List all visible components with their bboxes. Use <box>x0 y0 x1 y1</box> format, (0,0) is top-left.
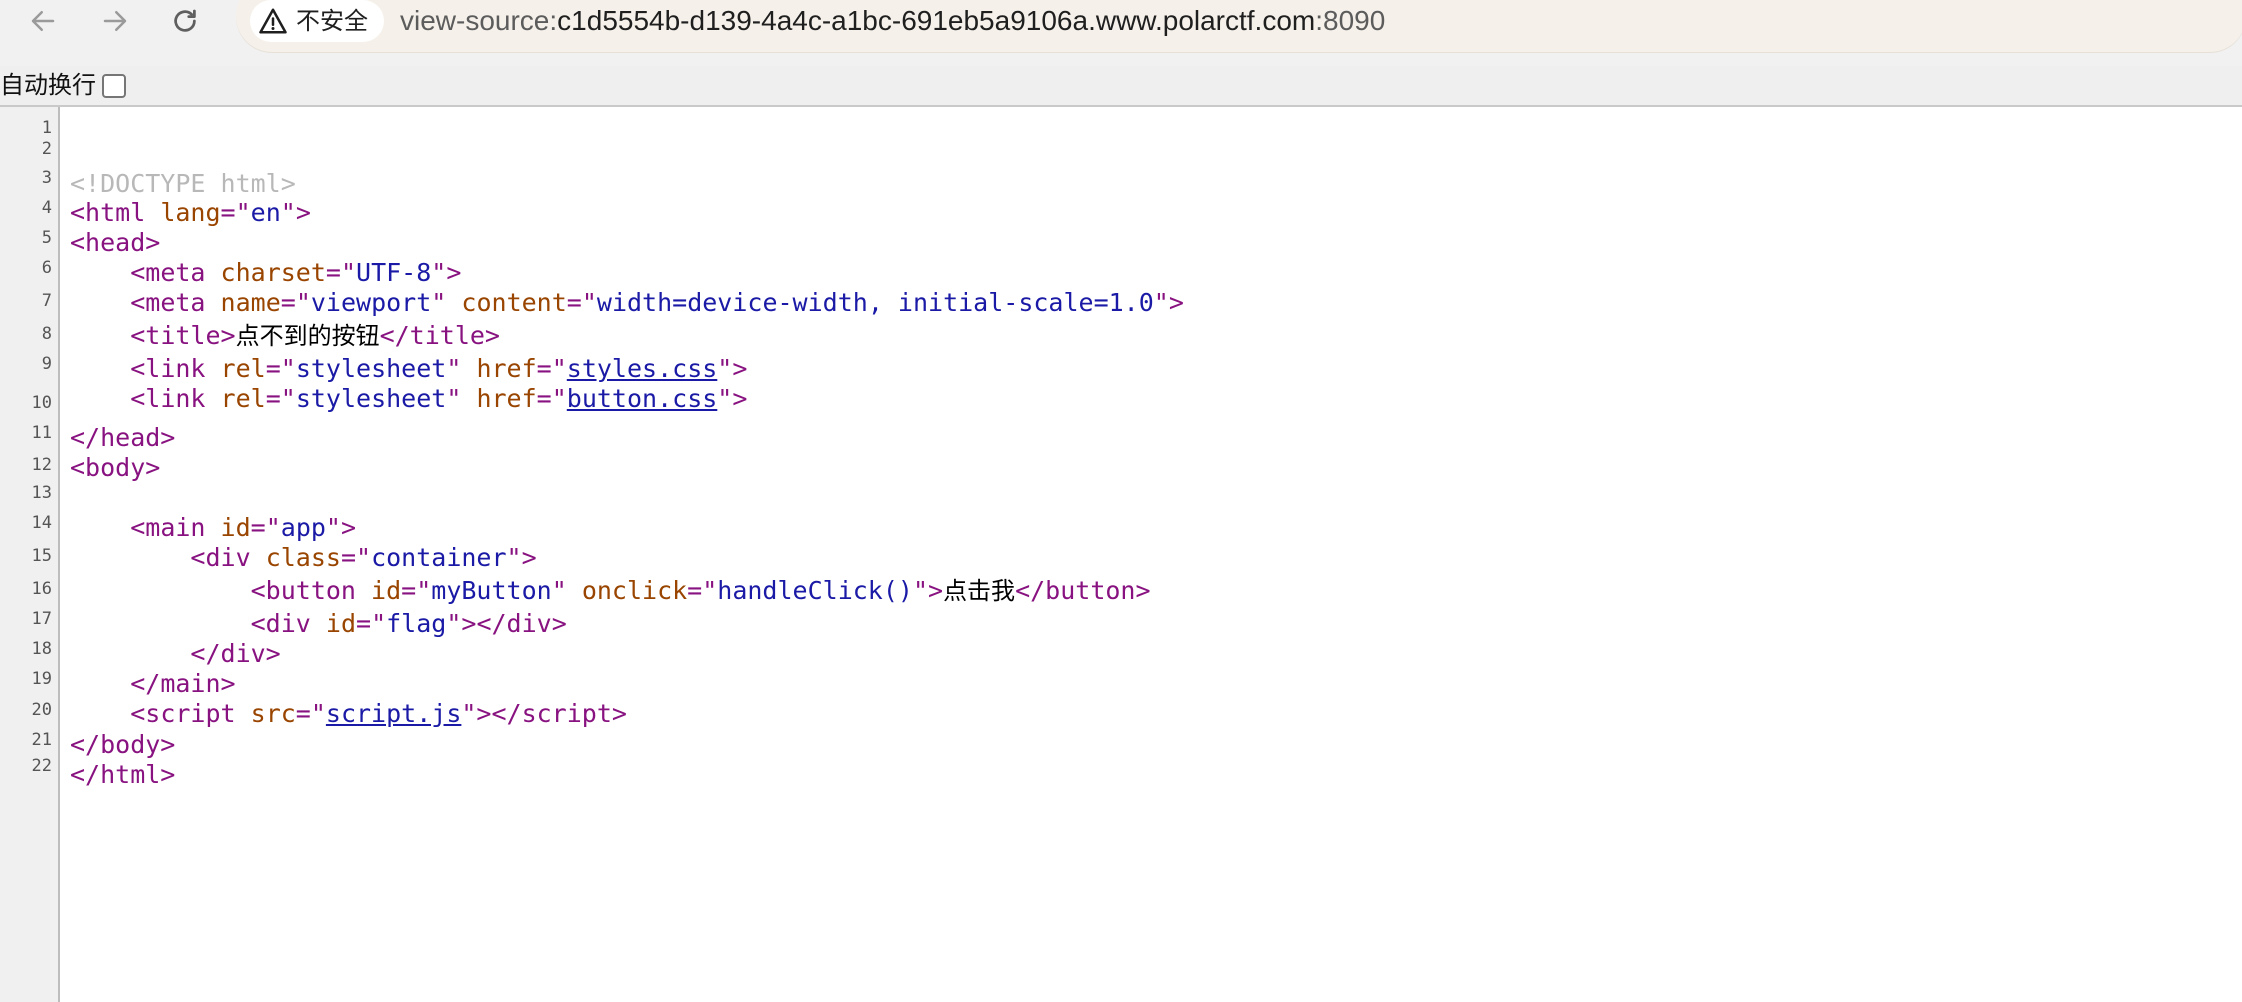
line-number: 18 <box>31 639 52 659</box>
source-line: 22 <box>0 748 2242 778</box>
line-number: 14 <box>31 513 52 533</box>
line-number: 13 <box>31 483 52 503</box>
source-line: 16 <div id="flag"></div> <box>0 571 2242 638</box>
source-line: 20 </body> <box>0 692 2242 759</box>
source-line: 18 </main> <box>0 631 2242 698</box>
line-number: 3 <box>41 168 52 188</box>
source-line: 10 </head> <box>0 385 2242 452</box>
source-line: 19 <script src="script.js"></script> <box>0 661 2242 728</box>
source-line: 8 <link rel="stylesheet" href="styles.cs… <box>0 316 2242 383</box>
line-number: 11 <box>31 423 52 443</box>
line-number: 7 <box>41 291 52 311</box>
line-number: 19 <box>31 669 52 689</box>
source-line: 2 <!DOCTYPE html> <box>0 131 2242 198</box>
source-line: 12 <box>0 447 2242 477</box>
source-line: 5 <meta charset="UTF-8"> <box>0 220 2242 287</box>
source-line: 9 <link rel="stylesheet" href="button.cs… <box>0 346 2242 413</box>
source-line: 14 <div class="container"> <box>0 505 2242 572</box>
line-number: 4 <box>41 198 52 218</box>
source-line: 13 <main id="app"> <box>0 475 2242 542</box>
source-line: 11 <body> <box>0 415 2242 482</box>
line-number: 15 <box>31 546 52 566</box>
line-number: 22 <box>31 756 52 776</box>
source-line: 15 <button id="myButton" onclick="handle… <box>0 538 2242 605</box>
source-line: 3 <html lang="en"> <box>0 160 2242 227</box>
source-line: 17 </div> <box>0 601 2242 668</box>
source-line: 6 <meta name="viewport" content="width=d… <box>0 250 2242 317</box>
line-number: 8 <box>41 324 52 344</box>
source-line: 7 <title>点不到的按钮</title> <box>0 283 2242 350</box>
line-number: 20 <box>31 700 52 720</box>
line-number: 5 <box>41 228 52 248</box>
line-number: 10 <box>31 393 52 413</box>
line-number: 16 <box>31 579 52 599</box>
line-number: 17 <box>31 609 52 629</box>
source-line: 4 <head> <box>0 190 2242 257</box>
line-number: 9 <box>41 354 52 374</box>
source-view: 1 2 <!DOCTYPE html> 3 <html lang="en"> 4… <box>0 0 2242 1002</box>
line-number: 6 <box>41 258 52 278</box>
